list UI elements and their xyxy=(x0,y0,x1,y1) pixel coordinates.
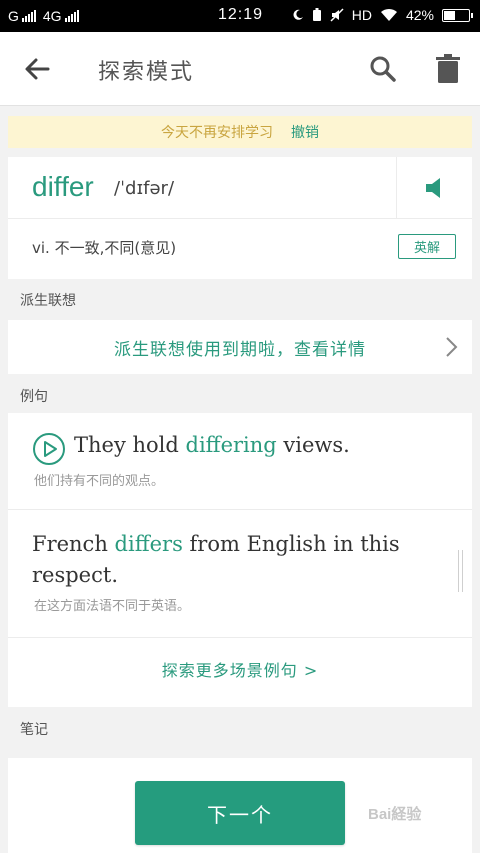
examples-section-label: 例句 xyxy=(20,389,48,405)
hd-label: HD xyxy=(351,7,372,23)
battery-save-icon xyxy=(312,8,321,21)
status-right: HD 42% xyxy=(292,7,473,23)
example-highlight: differing xyxy=(185,433,277,457)
status-left: G 4G xyxy=(8,8,83,24)
example-item: They hold differing views. 他们持有不同的观点。 xyxy=(8,413,472,510)
app-header: 探索模式 xyxy=(0,32,480,106)
arrow-left-icon[interactable] xyxy=(20,54,54,84)
pronounce-button[interactable] xyxy=(396,157,472,219)
watermark: Bai経验 xyxy=(368,806,422,823)
next-button[interactable]: 下一个 xyxy=(135,781,345,845)
definition: vi. 不一致,不同(意见) xyxy=(32,239,177,257)
banner-message: 今天不再安排学习 xyxy=(161,125,273,141)
undo-button[interactable]: 撤销 xyxy=(291,122,319,142)
wifi-icon xyxy=(380,8,397,21)
derivation-card[interactable]: 派生联想使用到期啦，查看详情 xyxy=(8,320,472,374)
phonetic: /ˈdɪfər/ xyxy=(114,178,175,199)
notes-section-label: 笔记 xyxy=(20,722,48,738)
example-sentence: They hold differing views. xyxy=(74,433,350,457)
search-icon[interactable] xyxy=(368,54,398,84)
moon-icon xyxy=(293,9,303,20)
example-highlight: differs xyxy=(114,532,183,556)
derivation-section-label: 派生联想 xyxy=(20,293,76,309)
network-label: 4G xyxy=(42,8,62,24)
battery-fill xyxy=(444,10,455,20)
battery-icon xyxy=(442,8,473,22)
chevron-right-icon xyxy=(446,337,458,357)
scrollbar-handle[interactable] xyxy=(458,550,463,592)
page-title: 探索模式 xyxy=(98,60,195,85)
signal-icon xyxy=(21,10,36,22)
carrier-label: G xyxy=(8,8,19,24)
example-text: They hold xyxy=(74,433,186,457)
headword: differ xyxy=(32,171,94,202)
example-translation: 他们持有不同的观点。 xyxy=(34,474,165,489)
play-circle-icon[interactable] xyxy=(32,432,66,466)
example-item: French differs from English in this resp… xyxy=(8,510,472,638)
speaker-icon xyxy=(426,178,440,198)
mute-icon xyxy=(330,8,344,22)
english-definition-button[interactable]: 英解 xyxy=(398,234,456,259)
schedule-banner: 今天不再安排学习 撤销 xyxy=(8,116,472,148)
example-sentence: French differs from English in this resp… xyxy=(32,529,452,591)
more-examples-link[interactable]: 探索更多场景例句 > xyxy=(8,657,472,681)
word-row: differ /ˈdɪfər/ xyxy=(8,157,472,219)
example-translation: 在这方面法语不同于英语。 xyxy=(34,599,191,614)
example-text: French xyxy=(32,532,115,556)
signal-icon-2 xyxy=(64,10,79,22)
clock: 12:19 xyxy=(218,6,264,23)
battery-percent: 42% xyxy=(405,7,434,23)
example-text: views. xyxy=(276,433,350,457)
examples-card: They hold differing views. 他们持有不同的观点。 Fr… xyxy=(8,413,472,707)
status-bar: G 4G 12:19 HD 42% xyxy=(0,0,480,32)
trash-icon[interactable] xyxy=(434,54,462,84)
derivation-message: 派生联想使用到期啦，查看详情 xyxy=(114,340,366,360)
word-card: differ /ˈdɪfər/ vi. 不一致,不同(意见) 英解 xyxy=(8,157,472,279)
